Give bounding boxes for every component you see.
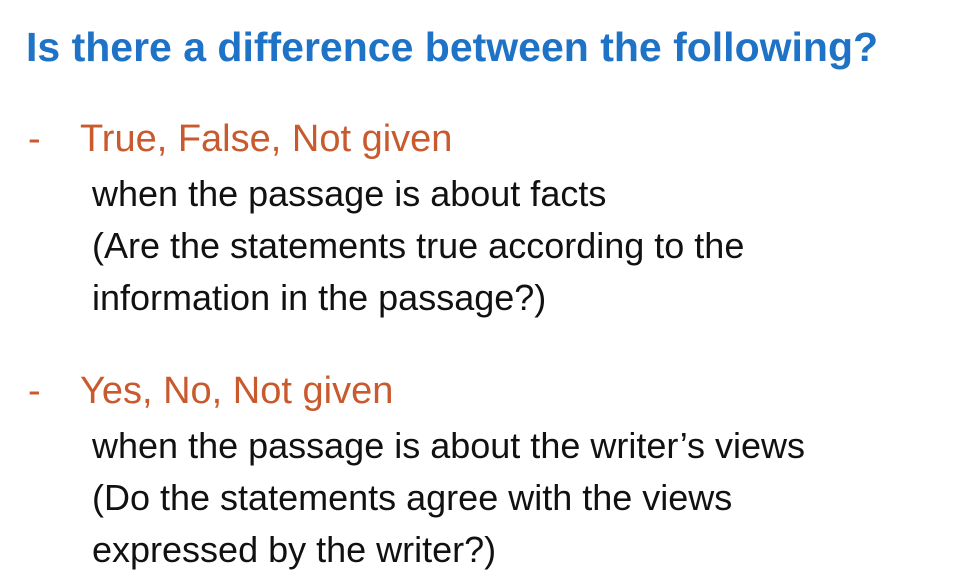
bullet-dash: -: [28, 370, 41, 412]
item-heading: Yes, No, Not given: [80, 370, 394, 412]
description-line: information in the passage?): [92, 277, 547, 318]
slide-title: Is there a difference between the follow…: [26, 24, 879, 70]
item-heading: True, False, Not given: [80, 118, 453, 160]
item-description: when the passage is about the writer’s v…: [92, 420, 805, 576]
slide: Is there a difference between the follow…: [0, 0, 968, 586]
description-line: when the passage is about the writer’s v…: [92, 425, 806, 466]
description-line: when the passage is about facts: [92, 173, 607, 214]
description-line: (Are the statements true according to th…: [92, 225, 745, 266]
item-description: when the passage is about facts (Are the…: [92, 168, 744, 324]
description-line: expressed by the writer?): [92, 529, 497, 570]
bullet-dash: -: [28, 118, 41, 160]
description-line: (Do the statements agree with the views: [92, 477, 733, 518]
